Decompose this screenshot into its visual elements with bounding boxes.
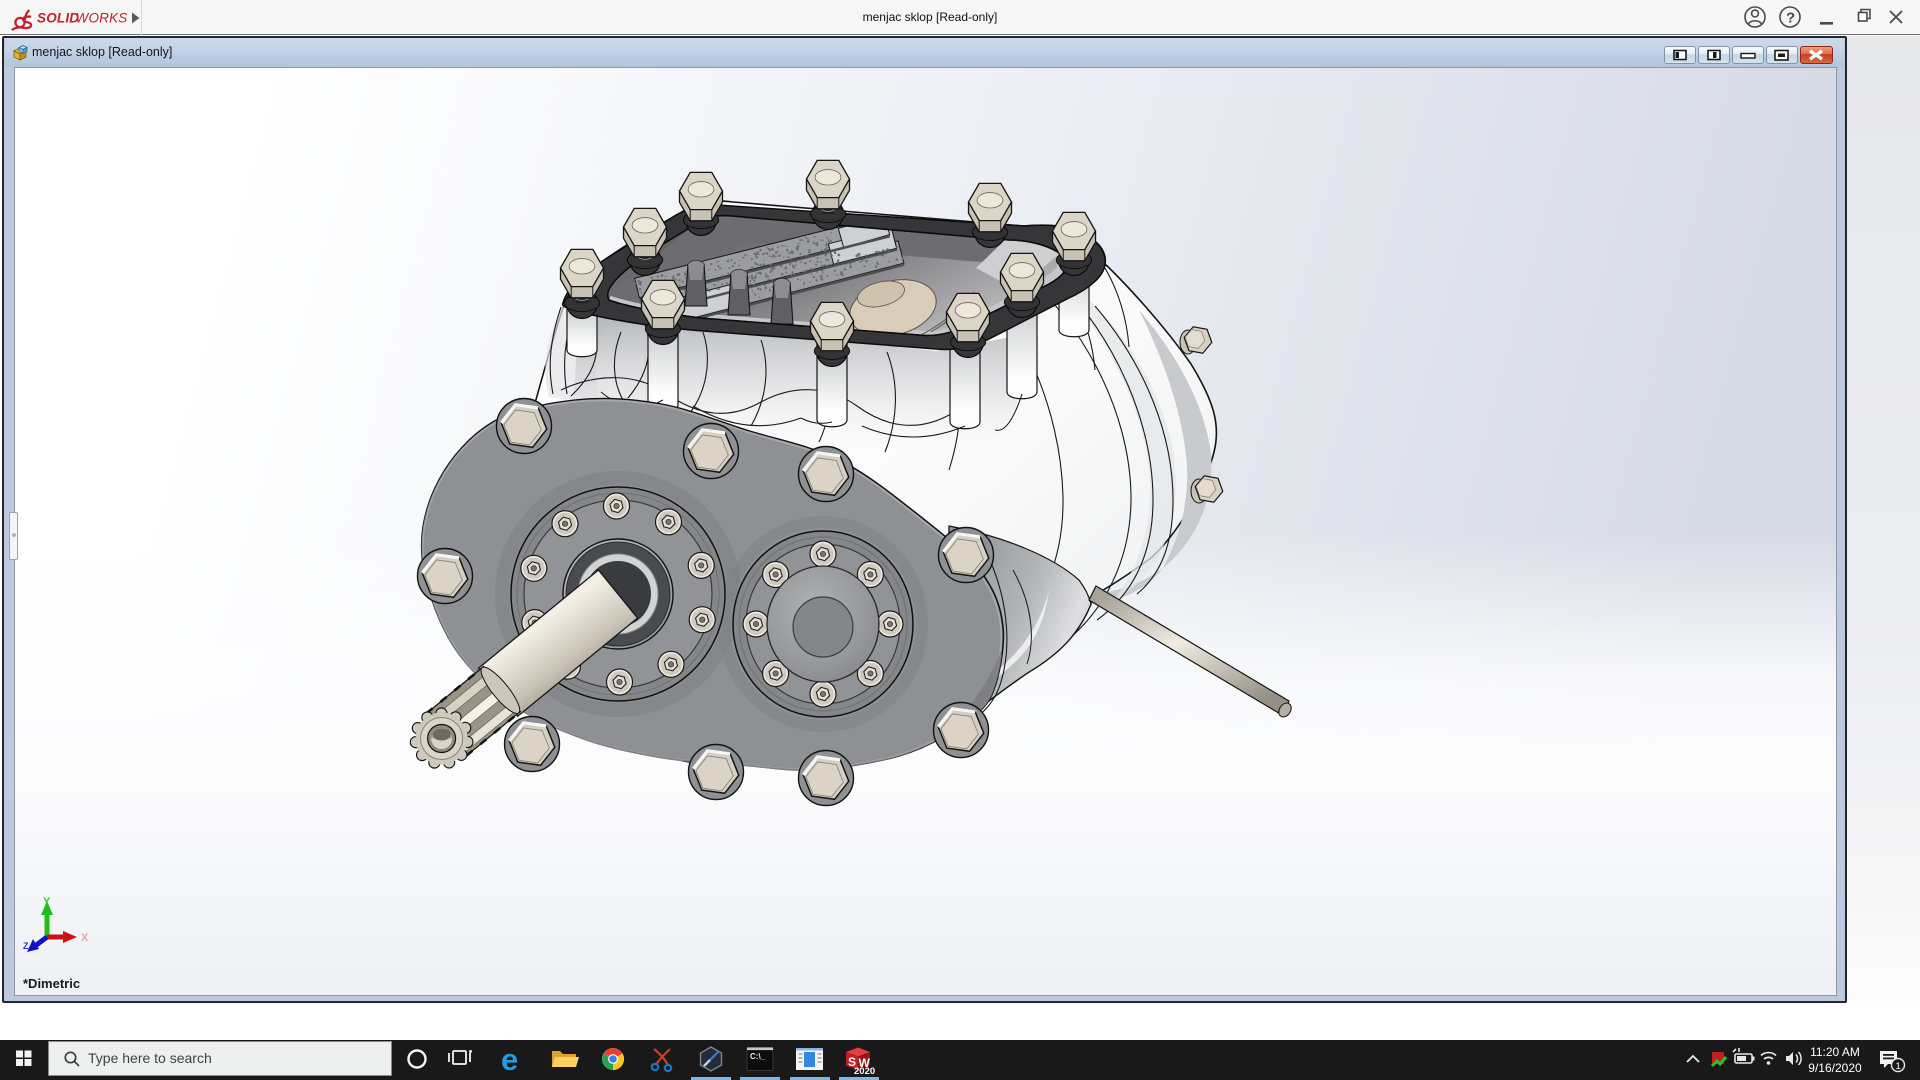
svg-text:Z: Z <box>23 941 29 951</box>
svg-text:X: X <box>81 932 89 944</box>
svg-text:?: ? <box>1786 10 1795 27</box>
